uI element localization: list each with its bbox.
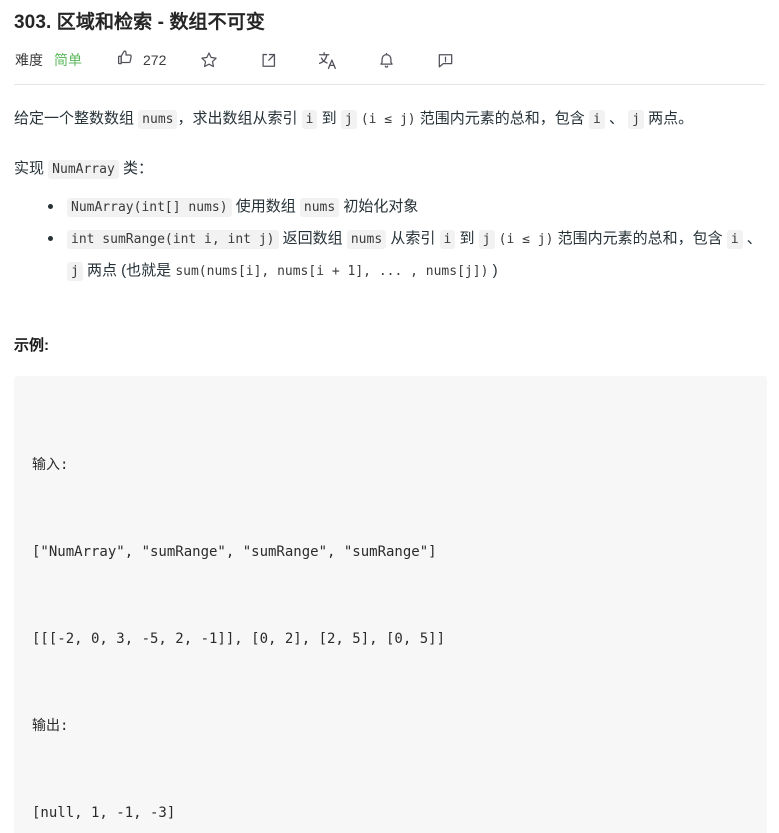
code-line: ["NumArray", "sumRange", "sumRange", "su… (32, 544, 437, 560)
description-paragraph-1: 给定一个整数数组 nums ，求出数组从索引 i 到 j (i ≤ j) 范围内元… (14, 103, 767, 135)
code-line: [[[-2, 0, 3, -5, 2, -1]], [0, 2], [2, 5]… (32, 631, 446, 647)
inline-condition: (i ≤ j) (498, 232, 554, 247)
description-paragraph-2: 实现 NumArray 类： (14, 153, 767, 185)
list-item: int sumRange(int i, int j) 返回数组 nums 从索引… (48, 223, 767, 287)
inline-code-sumrange-signature: int sumRange(int i, int j) (67, 230, 279, 249)
desc-text: 、 (742, 230, 762, 247)
inline-code-i: i (588, 110, 605, 129)
desc-text: ) (488, 262, 498, 279)
star-icon[interactable] (197, 48, 221, 72)
list-item: NumArray(int[] nums) 使用数组 nums 初始化对象 (48, 191, 767, 223)
desc-text: 、 (604, 110, 629, 127)
page-title: 303. 区域和检索 - 数组不可变 (14, 12, 265, 33)
inline-code-i: i (301, 110, 318, 129)
inline-code-i: i (439, 230, 456, 249)
desc-text: 实现 (14, 160, 49, 177)
desc-text: 给定一个整数数组 (14, 110, 139, 127)
share-icon[interactable] (256, 48, 280, 72)
difficulty-value: 简单 (54, 52, 82, 68)
problem-page: 303. 区域和检索 - 数组不可变 难度 简单 272 给定一个整数数组 nu… (0, 0, 779, 833)
thumbs-up-icon (116, 48, 135, 72)
desc-text: 范围内元素的总和，包含 (553, 230, 727, 247)
code-line: 输出: (32, 718, 69, 734)
desc-text: 类： (118, 160, 153, 177)
inline-code-j: j (67, 262, 83, 281)
inline-code-j: j (628, 110, 644, 129)
inline-code-constructor-signature: NumArray(int[] nums) (67, 198, 232, 217)
desc-text: 两点。 (643, 110, 694, 127)
desc-text: 从索引 (386, 230, 440, 247)
inline-condition: (i ≤ j) (360, 112, 416, 127)
desc-text: 使用数组 (231, 198, 300, 215)
inline-code-j: j (340, 110, 357, 129)
inline-code-sum-expression: sum(nums[i], nums[i + 1], ... , nums[j]) (175, 264, 489, 279)
desc-text: 到 (317, 110, 341, 127)
translate-icon[interactable] (315, 48, 339, 72)
inline-code-nums: nums (138, 110, 178, 129)
bell-icon[interactable] (374, 48, 398, 72)
feedback-icon[interactable] (433, 48, 457, 72)
inline-code-nums: nums (299, 198, 340, 217)
problem-header: 303. 区域和检索 - 数组不可变 难度 简单 272 (0, 0, 779, 80)
desc-text: 返回数组 (278, 230, 347, 247)
header-divider (14, 84, 765, 85)
difficulty-label: 难度 (15, 52, 43, 68)
desc-text: 范围内元素的总和，包含 (415, 110, 589, 127)
like-button[interactable]: 272 (116, 48, 166, 72)
code-line: [null, 1, -1, -3] (32, 805, 176, 821)
code-line: 输入: (32, 457, 69, 473)
example-heading: 示例: (14, 337, 49, 354)
inline-code-nums: nums (346, 230, 387, 249)
example-code-block: 输入: ["NumArray", "sumRange", "sumRange",… (14, 376, 767, 833)
problem-meta-row: 难度 简单 272 (14, 40, 765, 80)
inline-code-i: i (726, 230, 743, 249)
desc-text: 初始化对象 (339, 198, 419, 215)
problem-content: 给定一个整数数组 nums ，求出数组从索引 i 到 j (i ≤ j) 范围内元… (0, 103, 779, 833)
api-spec-list: NumArray(int[] nums) 使用数组 nums 初始化对象 int… (14, 191, 767, 287)
inline-code-j: j (478, 230, 495, 249)
desc-text: ，求出数组从索引 (177, 110, 302, 127)
like-count: 272 (143, 52, 167, 68)
desc-text: 到 (455, 230, 479, 247)
inline-code-numarray: NumArray (48, 160, 119, 179)
desc-text: 两点 (也就是 (82, 262, 176, 279)
